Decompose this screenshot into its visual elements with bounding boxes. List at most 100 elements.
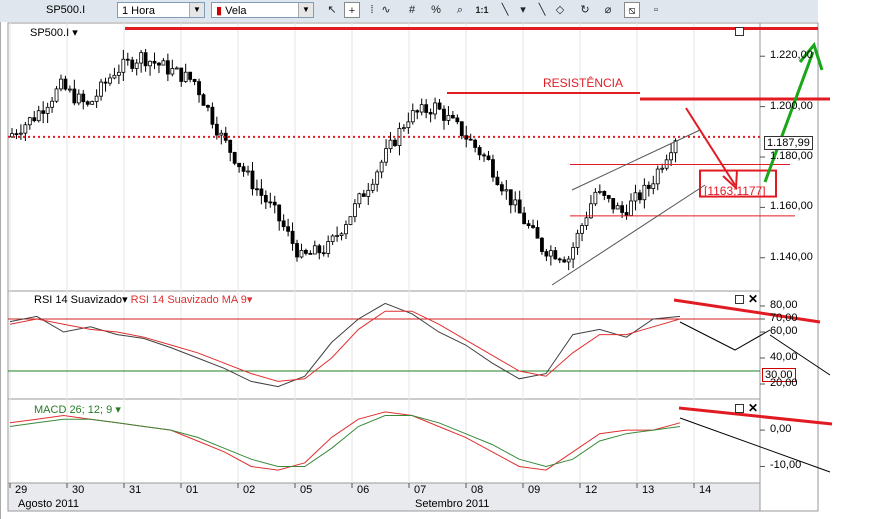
candle-body xyxy=(620,205,625,213)
candle-body xyxy=(76,93,81,104)
maximize-icon[interactable] xyxy=(735,404,744,413)
resistance-label: RESISTÊNCIA xyxy=(543,76,624,90)
candle-body xyxy=(544,251,549,257)
candle-body xyxy=(228,139,233,153)
candle-body xyxy=(14,133,19,136)
x-tick-label: 07 xyxy=(414,484,427,496)
candle-body xyxy=(192,79,197,82)
candle-body xyxy=(50,100,54,108)
candle-body xyxy=(602,190,607,196)
rsi-panel-label[interactable]: RSI 14 Suavizado▾ RSI 14 Suavizado MA 9▾ xyxy=(34,293,252,306)
candle-body xyxy=(477,147,482,156)
x-tick-label: 31 xyxy=(129,484,142,496)
candle-body xyxy=(54,88,59,102)
candle-body xyxy=(415,110,420,113)
candle-body xyxy=(295,243,299,258)
candle-body xyxy=(655,168,660,185)
candle-body xyxy=(339,233,344,236)
candle-body xyxy=(94,95,99,102)
candle-body xyxy=(388,139,393,150)
candle-body xyxy=(59,78,63,90)
x-tick-label: 08 xyxy=(471,484,484,496)
rsi-tick-label: 60,00 xyxy=(770,325,798,337)
price-tick-label: 1.200,00 xyxy=(770,99,813,112)
candle-body xyxy=(522,212,527,225)
target-zone-label: [1163;1177] xyxy=(704,184,766,198)
candle-body xyxy=(286,226,291,232)
maximize-icon[interactable] xyxy=(735,295,744,304)
candle-body xyxy=(468,138,473,141)
x-tick-label: 06 xyxy=(357,484,370,496)
rsi-panel-frame xyxy=(7,290,761,400)
candle-body xyxy=(263,195,268,203)
close-icon[interactable]: ✕ xyxy=(748,293,758,305)
close-icon[interactable]: ✕ xyxy=(748,402,758,414)
candle-body xyxy=(139,52,144,64)
candle-body xyxy=(152,60,157,64)
candle-body xyxy=(161,60,166,66)
price-panel-frame xyxy=(7,22,761,292)
candle-body xyxy=(459,121,464,137)
candle-body xyxy=(361,193,366,197)
candle-body xyxy=(130,59,135,69)
candle-body xyxy=(495,176,500,186)
candle-body xyxy=(134,62,139,69)
candle-body xyxy=(255,188,259,191)
x-tick-label: 29 xyxy=(15,484,28,496)
candle-body xyxy=(67,88,72,91)
x-tick-label: 30 xyxy=(72,484,85,496)
candle-body xyxy=(450,114,455,119)
candle-body xyxy=(197,81,201,96)
candle-body xyxy=(375,171,380,185)
candle-body xyxy=(482,154,486,157)
candle-body xyxy=(206,104,210,108)
rsi-tick-label: 70,00 xyxy=(770,312,798,324)
candle-body xyxy=(317,245,322,254)
price-tick-label: 1.140,00 xyxy=(770,250,813,263)
candle-body xyxy=(290,230,295,244)
candle-body xyxy=(281,220,286,228)
candle-body xyxy=(642,184,647,201)
candle-body xyxy=(557,258,562,261)
candle-body xyxy=(366,189,371,197)
candle-body xyxy=(272,201,277,206)
maximize-icon[interactable] xyxy=(735,27,744,36)
candle-body xyxy=(232,152,237,164)
candle-body xyxy=(437,102,442,110)
candle-body xyxy=(214,123,219,136)
candle-body xyxy=(259,188,264,196)
macd-label: MACD 26; 12; 9 xyxy=(34,404,113,416)
x-tick-label: 13 xyxy=(642,484,655,496)
candle-body xyxy=(384,148,388,163)
candle-body xyxy=(464,135,469,140)
x-tick-label: 02 xyxy=(243,484,256,496)
candle-body xyxy=(433,102,437,115)
candle-body xyxy=(593,191,598,205)
macd-tick-label: -10,00 xyxy=(770,459,802,472)
rsi-tick-label: 80,00 xyxy=(770,299,798,311)
candle-body xyxy=(629,200,633,216)
candle-body xyxy=(326,241,331,254)
candle-body xyxy=(379,161,384,173)
candle-body xyxy=(19,132,23,135)
candle-body xyxy=(370,183,375,191)
candle-body xyxy=(406,121,411,129)
candle-body xyxy=(491,159,495,178)
candle-body xyxy=(268,201,273,204)
candle-body xyxy=(108,77,112,84)
candle-body xyxy=(237,162,242,168)
chart-canvas[interactable] xyxy=(0,0,870,519)
candle-body xyxy=(246,170,250,173)
price-panel-label[interactable]: SP500.I ▾ xyxy=(30,26,78,39)
candle-body xyxy=(553,250,558,260)
candle-body xyxy=(201,94,206,106)
price-tick-label: 1.220,00 xyxy=(770,49,813,62)
candle-body xyxy=(81,93,86,103)
candle-body xyxy=(473,139,478,148)
candle-body xyxy=(597,190,602,193)
candle-body xyxy=(357,193,362,205)
candle-body xyxy=(23,124,28,134)
macd-panel-label[interactable]: MACD 26; 12; 9 ▾ xyxy=(34,403,121,416)
candle-body xyxy=(125,58,130,61)
price-tick-label: 1.160,00 xyxy=(770,200,813,213)
